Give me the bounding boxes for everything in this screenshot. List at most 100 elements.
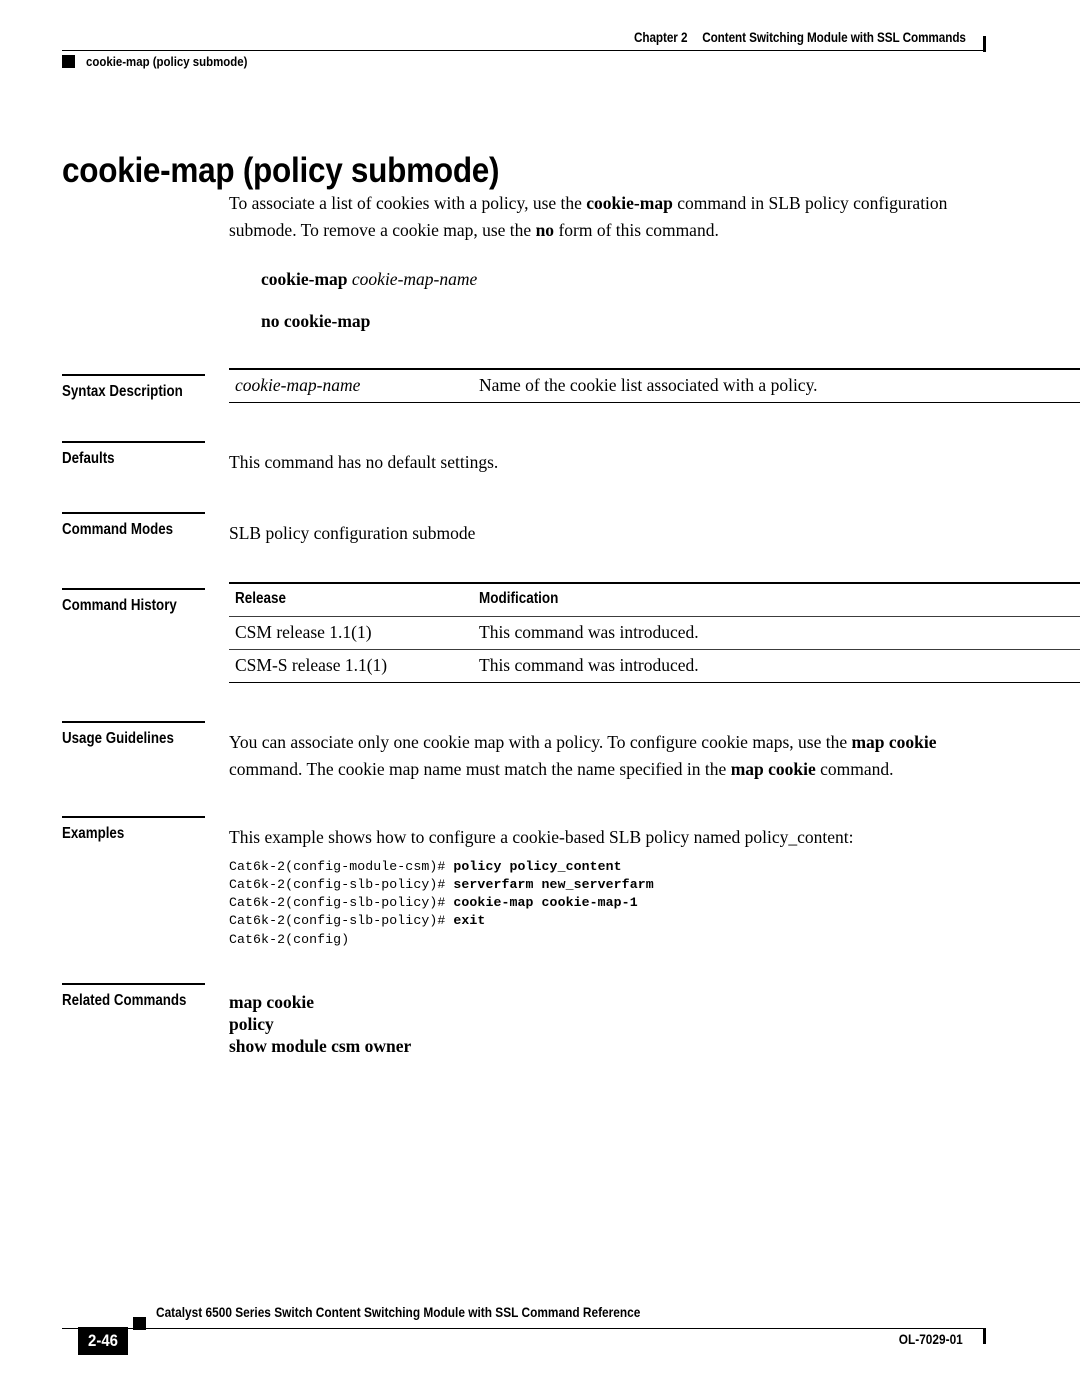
footer-end-bar	[983, 1328, 986, 1344]
syntax-no-command: no cookie-map	[261, 311, 371, 331]
header-chapter-name: Content Switching Module with SSL Comman…	[702, 30, 966, 45]
cli-prompt: Cat6k-2(config)	[229, 931, 350, 947]
section-label-rule	[62, 721, 205, 723]
cli-command: policy policy_content	[453, 858, 622, 874]
related-command-item[interactable]: policy	[229, 1013, 985, 1035]
section-label-syntax-description: Syntax Description	[62, 383, 183, 400]
cli-line: Cat6k-2(config-module-csm)# policy polic…	[229, 859, 622, 874]
section-label-command-history: Command History	[62, 597, 177, 614]
related-command-item[interactable]: map cookie	[229, 991, 985, 1013]
section-label-defaults: Defaults	[62, 450, 115, 467]
section-related-commands: Related Commands map cookie policy show …	[62, 982, 985, 1057]
cli-prompt: Cat6k-2(config-module-csm)#	[229, 858, 454, 874]
cli-code-block: Cat6k-2(config-module-csm)# policy polic…	[229, 858, 985, 949]
footer-rule	[62, 1328, 985, 1330]
syntax-description-body: cookie-map-name Name of the cookie list …	[229, 368, 1080, 403]
cli-prompt: Cat6k-2(config-slb-policy)#	[229, 876, 454, 892]
cli-prompt: Cat6k-2(config-slb-policy)#	[229, 895, 454, 911]
section-command-history: Command History Release Modification CSM…	[62, 583, 1080, 683]
command-history-table: Release Modification CSM release 1.1(1) …	[229, 582, 1080, 683]
section-label-rule	[62, 441, 205, 443]
modification-cell: This command was introduced.	[473, 649, 1080, 683]
cli-line: Cat6k-2(config-slb-policy)# serverfarm n…	[229, 877, 654, 892]
section-command-modes: Command Modes SLB policy configuration s…	[62, 511, 985, 547]
cli-prompt: Cat6k-2(config-slb-policy)#	[229, 913, 454, 929]
syntax-description-cell: Name of the cookie list associated with …	[473, 369, 1080, 403]
header-running-command: cookie-map (policy submode)	[62, 54, 269, 69]
defaults-label-col: Defaults	[62, 441, 229, 476]
footer-book-title: Catalyst 6500 Series Switch Content Swit…	[156, 1305, 641, 1320]
page-content: To associate a list of cookies with a po…	[62, 190, 1080, 1057]
page-number-badge: 2-46	[78, 1327, 128, 1355]
intro-paragraph: To associate a list of cookies with a po…	[229, 190, 985, 243]
syntax-description-table: cookie-map-name Name of the cookie list …	[229, 368, 1080, 403]
defaults-body: This command has no default settings.	[229, 449, 985, 476]
section-label-rule	[62, 511, 205, 514]
section-label-command-modes: Command Modes	[62, 520, 174, 538]
page-title: cookie-map (policy submode)	[62, 151, 500, 191]
related-command-item[interactable]: show module csm owner	[229, 1035, 985, 1057]
syntax-usage-line: cookie-map cookie-map-name	[261, 266, 985, 292]
table-header-row: Release Modification	[229, 583, 1080, 617]
examples-intro-text: This example shows how to configure a co…	[229, 827, 854, 847]
intro-bold-no: no	[535, 219, 555, 240]
usage-guidelines-label-col: Usage Guidelines	[62, 721, 229, 782]
intro-block: To associate a list of cookies with a po…	[62, 190, 985, 334]
syntax-argument: cookie-map-name	[351, 269, 478, 289]
usage-text-1: You can associate only one cookie map wi…	[229, 732, 852, 752]
section-label-examples: Examples	[62, 825, 125, 842]
examples-body: This example shows how to configure a co…	[229, 824, 985, 949]
section-label-related-commands: Related Commands	[62, 991, 187, 1009]
intro-bold-cookie-map: cookie-map	[586, 193, 673, 213]
usage-text-2: command. The cookie map name must match …	[229, 758, 731, 779]
defaults-text: This command has no default settings.	[229, 452, 499, 472]
square-bullet-icon	[62, 55, 75, 68]
modification-cell: This command was introduced.	[473, 616, 1080, 650]
release-cell: CSM-S release 1.1(1)	[229, 649, 473, 683]
section-label-rule	[62, 982, 205, 985]
header-rule	[62, 50, 985, 51]
cli-command: serverfarm new_serverfarm	[453, 876, 654, 892]
command-modes-text: SLB policy configuration submode	[229, 522, 476, 543]
column-header-release: Release	[235, 590, 286, 607]
footer-document-id: OL-7029-01	[898, 1332, 963, 1347]
usage-bold-map-cookie-2: map cookie	[730, 758, 816, 779]
cli-line: Cat6k-2(config)	[229, 932, 349, 947]
page-footer: Catalyst 6500 Series Switch Content Swit…	[62, 1300, 986, 1370]
usage-guidelines-body: You can associate only one cookie map wi…	[229, 729, 985, 782]
section-label-rule	[62, 816, 205, 818]
related-commands-list: map cookie policy show module csm owner	[229, 991, 985, 1057]
header-running-command-label: cookie-map (policy submode)	[86, 54, 248, 69]
section-examples: Examples This example shows how to confi…	[62, 816, 985, 949]
syntax-term-cell: cookie-map-name	[229, 369, 473, 403]
release-cell: CSM release 1.1(1)	[229, 616, 473, 650]
table-row: cookie-map-name Name of the cookie list …	[229, 369, 1080, 403]
cli-line: Cat6k-2(config-slb-policy)# exit	[229, 913, 485, 928]
command-history-body: Release Modification CSM release 1.1(1) …	[229, 582, 1080, 683]
cli-command: cookie-map cookie-map-1	[453, 895, 638, 911]
usage-bold-map-cookie-1: map cookie	[851, 732, 937, 752]
document-page: { "header": { "chapter_label": "Chapter"…	[0, 0, 1080, 1397]
cli-command: exit	[453, 913, 486, 929]
examples-label-col: Examples	[62, 816, 229, 949]
intro-body: To associate a list of cookies with a po…	[229, 190, 985, 334]
table-row: CSM release 1.1(1) This command was intr…	[229, 616, 1080, 650]
header-chapter-label: Chapter 2	[633, 30, 688, 45]
section-usage-guidelines: Usage Guidelines You can associate only …	[62, 721, 985, 782]
related-commands-label-col: Related Commands	[62, 982, 229, 1057]
cli-line: Cat6k-2(config-slb-policy)# cookie-map c…	[229, 895, 638, 910]
command-modes-body: SLB policy configuration submode	[229, 520, 985, 547]
intro-text-3: form of this command.	[554, 219, 719, 240]
usage-text-3: command.	[815, 758, 894, 779]
syntax-command: cookie-map	[261, 269, 348, 289]
intro-text-1: To associate a list of cookies with a po…	[229, 193, 587, 213]
section-syntax-description: Syntax Description cookie-map-name Name …	[62, 369, 1080, 403]
header-chapter-title: Chapter 2 Content Switching Module with S…	[182, 30, 985, 46]
section-label-usage-guidelines: Usage Guidelines	[62, 730, 174, 747]
section-defaults: Defaults This command has no default set…	[62, 441, 985, 476]
section-label-rule	[62, 374, 205, 376]
syntax-no-form-line: no cookie-map	[261, 308, 985, 334]
command-history-label-col: Command History	[62, 588, 229, 683]
usage-guidelines-paragraph: You can associate only one cookie map wi…	[229, 729, 985, 782]
running-header: Chapter 2 Content Switching Module with S…	[62, 30, 986, 69]
